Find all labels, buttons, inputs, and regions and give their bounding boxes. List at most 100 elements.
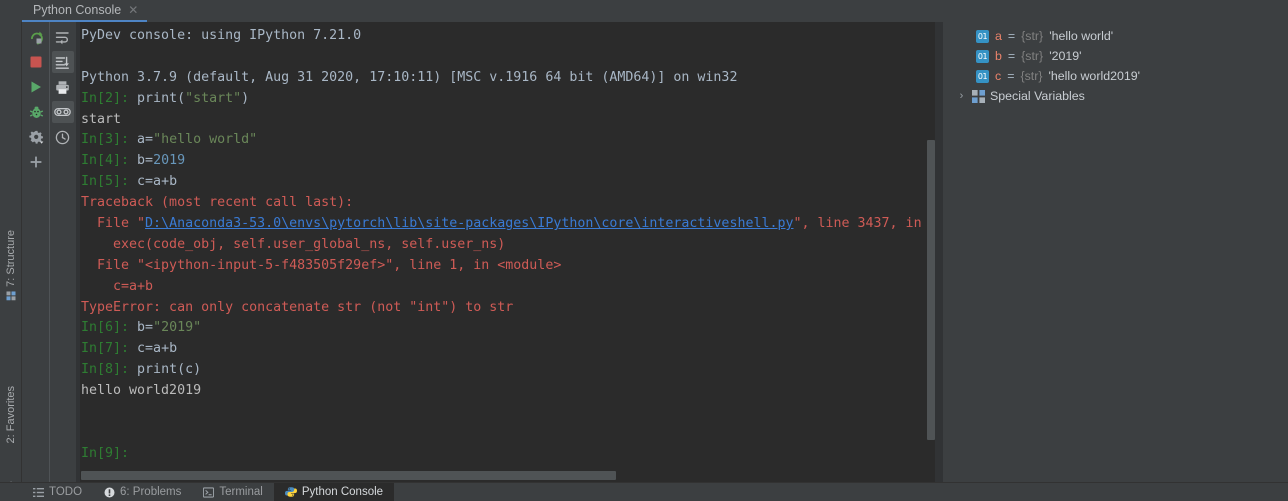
todo-list-icon	[33, 487, 44, 498]
traceback-file-link[interactable]: D:\Anaconda3-53.0\envs\pytorch\lib\site-…	[145, 216, 793, 231]
scroll-to-end-icon	[55, 55, 70, 70]
variable-equals: =	[1007, 49, 1016, 63]
variable-row[interactable]: 01 a = {str} 'hello world'	[947, 26, 1288, 46]
console-text[interactable]: PyDev console: using IPython 7.21.0 Pyth…	[81, 26, 943, 482]
console-line: TypeError: can only concatenate str (not…	[81, 298, 943, 319]
variable-01-icon: 01	[976, 49, 989, 63]
special-variables-icon	[972, 89, 985, 103]
console-line: In[2]: print("start")	[81, 89, 943, 110]
variable-equals: =	[1007, 69, 1015, 83]
variable-row[interactable]: 01 b = {str} '2019'	[947, 46, 1288, 66]
console-horizontal-scrollbar-thumb[interactable]	[81, 471, 616, 480]
console-text-segment: PyDev console: using IPython 7.21.0	[81, 28, 362, 43]
console-line: In[3]: a="hello world"	[81, 130, 943, 151]
problems-warning-icon	[104, 487, 115, 498]
print-button[interactable]	[52, 76, 74, 98]
variable-row[interactable]: 01 c = {str} 'hello world2019'	[947, 66, 1288, 86]
close-icon[interactable]: ✕	[128, 4, 138, 16]
view-as-icon	[54, 106, 71, 118]
history-button[interactable]	[52, 126, 74, 148]
stripe-button-structure[interactable]: 7: Structure	[0, 230, 22, 301]
console-line: In[4]: b=2019	[81, 151, 943, 172]
console-line: c=a+b	[81, 277, 943, 298]
tab-python-console-label: Python Console	[33, 3, 122, 17]
console-text-segment: print(c)	[137, 362, 202, 378]
soft-wrap-icon	[55, 30, 70, 45]
structure-icon	[6, 291, 16, 303]
statusbar-tab-label: TODO	[49, 486, 83, 498]
variable-type: {str}	[1021, 49, 1044, 63]
console-text-segment: c=a+b	[81, 278, 154, 294]
special-variables-row[interactable]: › Special Variables	[947, 86, 1288, 106]
terminal-icon	[203, 486, 215, 498]
variable-name: a	[995, 29, 1002, 43]
soft-wrap-button[interactable]	[52, 26, 74, 48]
variable-name: c	[995, 69, 1002, 83]
variable-01-icon: 01	[976, 69, 989, 83]
console-line: File "<ipython-input-5-f483505f29ef>", l…	[81, 256, 943, 277]
console-text-segment: a=	[137, 132, 154, 148]
console-text-segment: )	[241, 90, 250, 106]
console-text-segment: c=a+b	[137, 174, 178, 190]
statusbar-tab-python-console[interactable]: Python Console	[273, 482, 395, 501]
variable-type: {str}	[1021, 29, 1044, 43]
stripe-button-favorites[interactable]: 2: Favorites	[0, 386, 22, 443]
plus-icon	[29, 155, 43, 169]
stop-button[interactable]	[25, 51, 47, 73]
python-console-output[interactable]: PyDev console: using IPython 7.21.0 Pyth…	[76, 22, 943, 482]
debug-button[interactable]	[25, 101, 47, 123]
console-line: Traceback (most recent call last):	[81, 193, 943, 214]
console-line: File "D:\Anaconda3-53.0\envs\pytorch\lib…	[81, 214, 943, 235]
variables-panel: 01 a = {str} 'hello world' 01 b = {str} '2019' 01 c…	[947, 22, 1288, 482]
console-text-segment: c=a+b	[137, 341, 178, 357]
console-text-segment: "hello world"	[153, 132, 258, 148]
console-text-segment: b=	[137, 153, 154, 169]
ide-python-console-window: Python Console ✕ 7: Structure 2: Favorit…	[0, 0, 1288, 501]
console-text-segment: In[4]:	[81, 153, 138, 169]
console-text-segment: In[2]:	[81, 90, 138, 106]
console-gutter	[76, 22, 80, 482]
console-line: start	[81, 110, 943, 131]
view-as-button[interactable]	[51, 101, 74, 123]
run-button[interactable]	[25, 76, 47, 98]
statusbar-tab-6-problems[interactable]: 6: Problems	[93, 483, 192, 501]
variable-value: 'hello world'	[1049, 29, 1114, 43]
tab-python-console[interactable]: Python Console ✕	[22, 0, 148, 22]
console-line: exec(code_obj, self.user_global_ns, self…	[81, 235, 943, 256]
rerun-icon	[29, 30, 44, 45]
new-console-button[interactable]	[25, 151, 47, 173]
statusbar-tab-terminal[interactable]: Terminal	[192, 483, 273, 501]
console-text-segment: "2019"	[153, 320, 202, 336]
settings-gear-icon	[28, 130, 44, 145]
variable-type: {str}	[1020, 69, 1043, 83]
console-vertical-scrollbar-thumb[interactable]	[927, 140, 935, 440]
console-text-segment: Python 3.7.9 (default, Aug 31 2020, 17:1…	[81, 69, 738, 85]
console-toolbar-column-primary	[23, 22, 49, 482]
console-text-segment: hello world2019	[81, 383, 202, 399]
console-toolbar-column-secondary	[49, 22, 75, 482]
console-text-segment: In[6]:	[81, 320, 138, 336]
console-text-segment: File "	[81, 216, 146, 232]
console-line: hello world2019	[81, 381, 943, 402]
left-tool-stripe: 7: Structure 2: Favorites ★	[0, 22, 22, 501]
console-text-segment: exec(code_obj, self.user_global_ns, self…	[81, 236, 506, 252]
variable-name: b	[995, 49, 1002, 63]
tool-window-tabstrip: Python Console ✕	[22, 0, 1288, 22]
console-vertical-scrollbar[interactable]	[927, 22, 935, 482]
console-line: In[9]:	[81, 444, 943, 465]
statusbar-tab-todo[interactable]: TODO	[22, 483, 93, 501]
console-text-segment: print(	[137, 90, 186, 106]
console-vertical-scrollbar-track	[935, 22, 943, 482]
scroll-to-end-button[interactable]	[51, 51, 74, 73]
chevron-right-icon[interactable]: ›	[956, 90, 967, 102]
console-toolbar	[23, 22, 76, 482]
console-horizontal-scrollbar[interactable]	[81, 471, 927, 480]
rerun-button[interactable]	[25, 26, 47, 48]
print-icon	[55, 80, 70, 95]
settings-button[interactable]	[25, 126, 47, 148]
special-variables-label: Special Variables	[990, 89, 1085, 103]
stripe-button-structure-label: 7: Structure	[5, 230, 17, 287]
debug-bug-icon	[29, 105, 44, 120]
